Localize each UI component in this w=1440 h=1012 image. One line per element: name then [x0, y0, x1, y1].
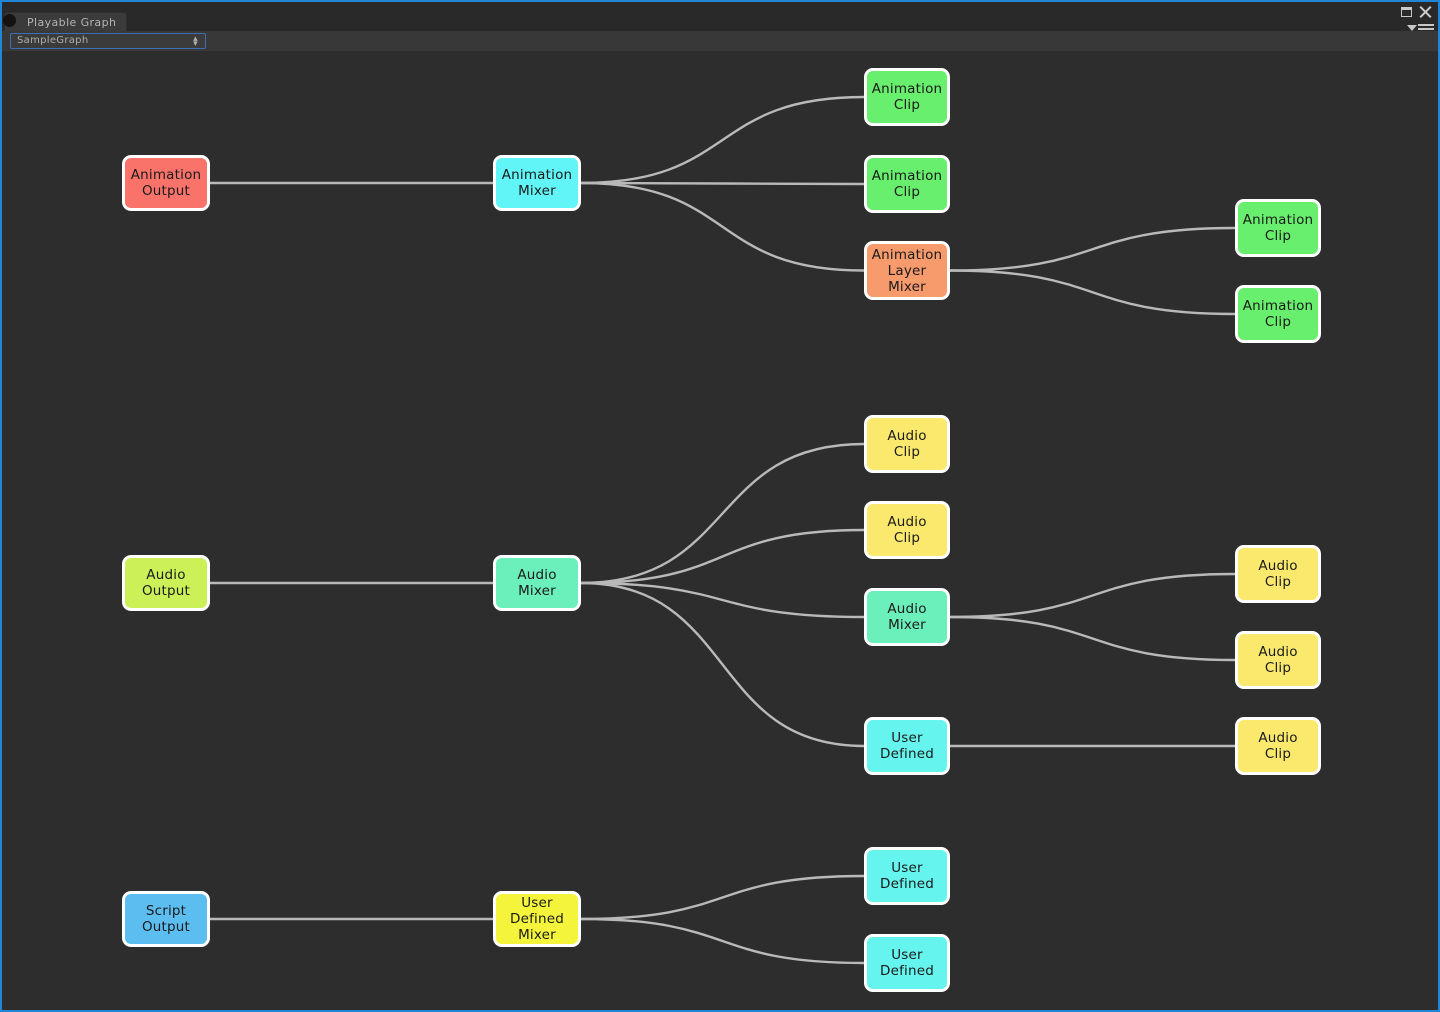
graph-node-anim-layer-mixer[interactable]: Animation Layer Mixer	[864, 241, 950, 300]
graph-node-user-defined-1[interactable]: User Defined	[864, 717, 950, 775]
graph-node-anim-clip-2[interactable]: Animation Clip	[864, 155, 950, 213]
graph-node-audio-clip-3[interactable]: Audio Clip	[1235, 545, 1321, 603]
playable-graph-window: Playable Graph SampleGraph ▴ ▾ Animation …	[0, 0, 1440, 1012]
graph-edge-audio-mixer-to-audio-clip-1	[579, 442, 866, 585]
graph-node-audio-mixer-2[interactable]: Audio Mixer	[864, 588, 950, 646]
graph-node-audio-clip-5[interactable]: Audio Clip	[1235, 717, 1321, 775]
graph-node-audio-output[interactable]: Audio Output	[122, 555, 210, 611]
chevron-updown-icon: ▴ ▾	[193, 34, 198, 49]
graph-edge-audio-mixer-2-to-audio-clip-3	[948, 572, 1237, 619]
graph-node-anim-clip-1[interactable]: Animation Clip	[864, 68, 950, 126]
graph-node-anim-output[interactable]: Animation Output	[122, 155, 210, 211]
graph-selector-dropdown[interactable]: SampleGraph ▴ ▾	[10, 33, 206, 49]
graph-toolbar: SampleGraph ▴ ▾	[2, 31, 1438, 51]
graph-edge-audio-mixer-to-audio-mixer-2	[579, 581, 866, 619]
graph-edges	[208, 95, 1237, 965]
window-titlebar: Playable Graph	[2, 2, 1438, 34]
graph-node-audio-clip-2[interactable]: Audio Clip	[864, 501, 950, 559]
tab-drag-handle-dot	[3, 14, 16, 27]
graph-edge-anim-mixer-to-anim-clip-1	[579, 95, 866, 185]
graph-edge-anim-mixer-to-anim-layer-mixer	[579, 181, 866, 272]
graph-node-audio-clip-1[interactable]: Audio Clip	[864, 415, 950, 473]
graph-edge-audio-mixer-to-audio-clip-2	[579, 528, 866, 585]
close-icon[interactable]	[1418, 5, 1432, 19]
graph-node-audio-mixer[interactable]: Audio Mixer	[493, 555, 581, 611]
graph-node-anim-clip-3[interactable]: Animation Clip	[1235, 199, 1321, 257]
graph-edge-ud-mixer-to-user-defined-3	[579, 917, 866, 965]
graph-edge-ud-mixer-to-user-defined-2	[579, 874, 866, 921]
graph-node-anim-mixer[interactable]: Animation Mixer	[493, 155, 581, 211]
graph-edge-audio-mixer-to-user-defined-1	[579, 581, 866, 748]
maximize-icon[interactable]	[1401, 7, 1412, 17]
graph-edge-anim-mixer-to-anim-clip-2	[579, 181, 866, 186]
graph-node-anim-clip-4[interactable]: Animation Clip	[1235, 285, 1321, 343]
tab-playable-graph[interactable]: Playable Graph	[4, 12, 128, 31]
graph-selector-value: SampleGraph	[17, 35, 89, 46]
graph-node-user-defined-3[interactable]: User Defined	[864, 934, 950, 992]
graph-node-ud-mixer[interactable]: User Defined Mixer	[493, 891, 581, 947]
graph-canvas[interactable]: Animation Output Animation Mixer Animation…	[2, 51, 1438, 1010]
graph-node-user-defined-2[interactable]: User Defined	[864, 847, 950, 905]
graph-node-audio-clip-4[interactable]: Audio Clip	[1235, 631, 1321, 689]
graph-edge-anim-layer-mixer-to-anim-clip-3	[948, 226, 1237, 272]
tab-label: Playable Graph	[27, 16, 117, 29]
graph-node-script-output[interactable]: Script Output	[122, 891, 210, 947]
graph-edge-audio-mixer-2-to-audio-clip-4	[948, 615, 1237, 662]
graph-edge-anim-layer-mixer-to-anim-clip-4	[948, 269, 1237, 316]
